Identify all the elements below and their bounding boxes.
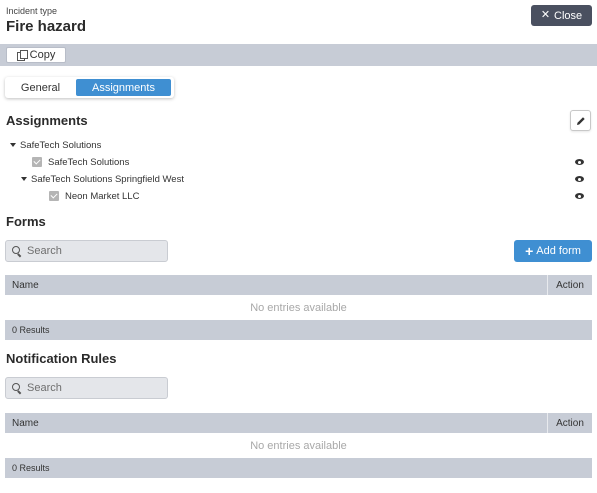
notification-rules-search[interactable] [5,377,168,399]
caret-down-icon [21,177,27,181]
checkbox[interactable] [49,191,59,201]
tree-group-safetech[interactable]: SafeTech Solutions [10,138,101,152]
tab-assignments[interactable]: Assignments [76,79,171,96]
close-button[interactable]: ✕ Close [531,5,592,26]
eye-icon[interactable] [575,176,584,182]
forms-search-input[interactable] [27,245,157,257]
incident-type-label: Incident type [6,6,58,16]
close-button-label: Close [554,9,583,22]
assignments-heading: Assignments [6,113,88,128]
page-title: Fire hazard [6,18,87,35]
forms-search[interactable] [5,240,168,262]
notification-rules-search-input[interactable] [27,382,157,394]
table-header: Name Action [5,413,592,433]
tree-item-label: SafeTech Solutions [48,156,130,168]
tab-general[interactable]: General [5,77,76,98]
tree-group-label: SafeTech Solutions [20,139,102,151]
search-icon [12,383,22,393]
close-icon: ✕ [540,9,551,21]
column-header-action: Action [556,417,584,429]
copy-button[interactable]: Copy [6,47,66,63]
add-form-button[interactable]: + Add form [514,240,592,262]
tree-group-label: SafeTech Solutions Springfield West [31,173,184,185]
table-header: Name Action [5,275,592,295]
page-header: Incident type Fire hazard ✕ Close [0,0,597,44]
empty-state: No entries available [5,433,592,458]
column-header-name[interactable]: Name [5,275,548,295]
edit-assignments-button[interactable] [570,110,591,131]
tree-item-label: Neon Market LLC [65,190,140,202]
results-count: 0 Results [5,458,592,478]
notification-rules-table: Name Action No entries available 0 Resul… [5,413,592,478]
column-header-action: Action [556,279,584,291]
copy-button-label: Copy [29,49,56,61]
results-count: 0 Results [5,320,592,340]
eye-icon[interactable] [575,159,584,165]
tree-item-neon-market: Neon Market LLC [49,189,139,203]
add-form-label: Add form [536,245,581,257]
forms-table: Name Action No entries available 0 Resul… [5,275,592,340]
tab-bar: General Assignments [5,77,174,98]
pencil-icon [576,116,585,125]
tree-item-safetech: SafeTech Solutions [32,155,129,169]
action-toolbar: Copy [0,44,597,66]
caret-down-icon [10,143,16,147]
column-header-name[interactable]: Name [5,413,548,433]
checkbox[interactable] [32,157,42,167]
plus-icon: + [525,243,534,259]
search-icon [12,246,22,256]
forms-heading: Forms [6,214,46,229]
copy-icon [16,50,28,61]
eye-icon[interactable] [575,193,584,199]
tree-group-springfield-west[interactable]: SafeTech Solutions Springfield West [21,172,184,186]
notification-rules-heading: Notification Rules [6,351,117,366]
empty-state: No entries available [5,295,592,320]
